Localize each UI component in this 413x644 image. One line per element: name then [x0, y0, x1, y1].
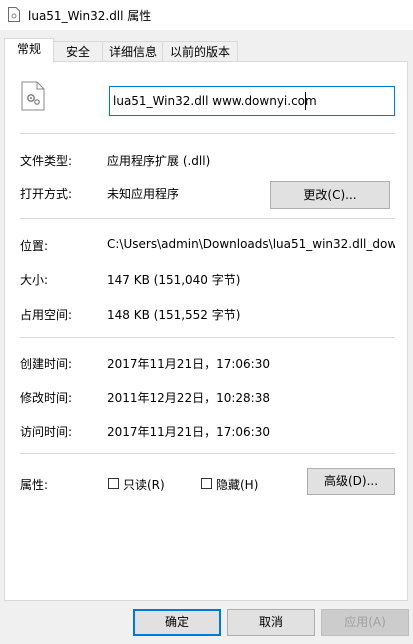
- tab-general[interactable]: 常规: [4, 38, 54, 63]
- tab-previous-versions[interactable]: 以前的版本: [162, 41, 238, 62]
- dll-file-icon: [21, 81, 45, 111]
- readonly-checkbox[interactable]: [108, 478, 119, 489]
- window-title: lua51_Win32.dll 属性: [28, 9, 152, 23]
- size-on-disk-value: 148 KB (151,552 字节): [107, 308, 241, 322]
- attributes-label: 属性:: [20, 478, 49, 492]
- location-label: 位置:: [20, 239, 49, 253]
- created-label: 创建时间:: [20, 357, 73, 371]
- advanced-button[interactable]: 高级(D)...: [307, 468, 395, 495]
- separator: [20, 133, 395, 134]
- accessed-value: 2017年11月21日，17:06:30: [107, 425, 270, 439]
- tab-security[interactable]: 安全: [52, 41, 104, 62]
- general-panel: lua51_Win32.dll www.downyi.com 文件类型: 应用程…: [4, 61, 408, 601]
- accessed-label: 访问时间:: [20, 425, 73, 439]
- open-with-value: 未知应用程序: [107, 187, 180, 201]
- file-name-input[interactable]: lua51_Win32.dll www.downyi.com: [109, 86, 395, 116]
- location-value: C:\Users\admin\Downloads\lua51_win32.dll…: [107, 237, 395, 251]
- title-bar: lua51_Win32.dll 属性: [0, 0, 413, 30]
- tab-details[interactable]: 详细信息: [102, 41, 164, 62]
- change-button[interactable]: 更改(C)...: [270, 181, 390, 209]
- hidden-label[interactable]: 隐藏(H): [216, 476, 258, 493]
- file-type-label: 文件类型:: [20, 154, 73, 168]
- readonly-label[interactable]: 只读(R): [123, 476, 165, 493]
- open-with-label: 打开方式:: [20, 187, 73, 201]
- file-name-text: lua51_Win32.dll www.downyi.com: [113, 94, 317, 108]
- size-value: 147 KB (151,040 字节): [107, 273, 241, 287]
- hidden-checkbox[interactable]: [201, 478, 212, 489]
- ok-button[interactable]: 确定: [133, 609, 221, 636]
- separator: [20, 218, 395, 219]
- text-caret: [305, 92, 306, 110]
- size-label: 大小:: [20, 273, 49, 287]
- cancel-button[interactable]: 取消: [227, 609, 315, 636]
- file-type-value: 应用程序扩展 (.dll): [107, 154, 211, 168]
- apply-button[interactable]: 应用(A): [321, 609, 409, 636]
- modified-value: 2011年12月22日，10:28:38: [107, 391, 270, 405]
- size-on-disk-label: 占用空间:: [20, 308, 73, 322]
- modified-label: 修改时间:: [20, 391, 73, 405]
- dll-file-icon: [8, 7, 20, 22]
- created-value: 2017年11月21日，17:06:30: [107, 357, 270, 371]
- separator: [20, 337, 395, 338]
- separator: [20, 453, 395, 454]
